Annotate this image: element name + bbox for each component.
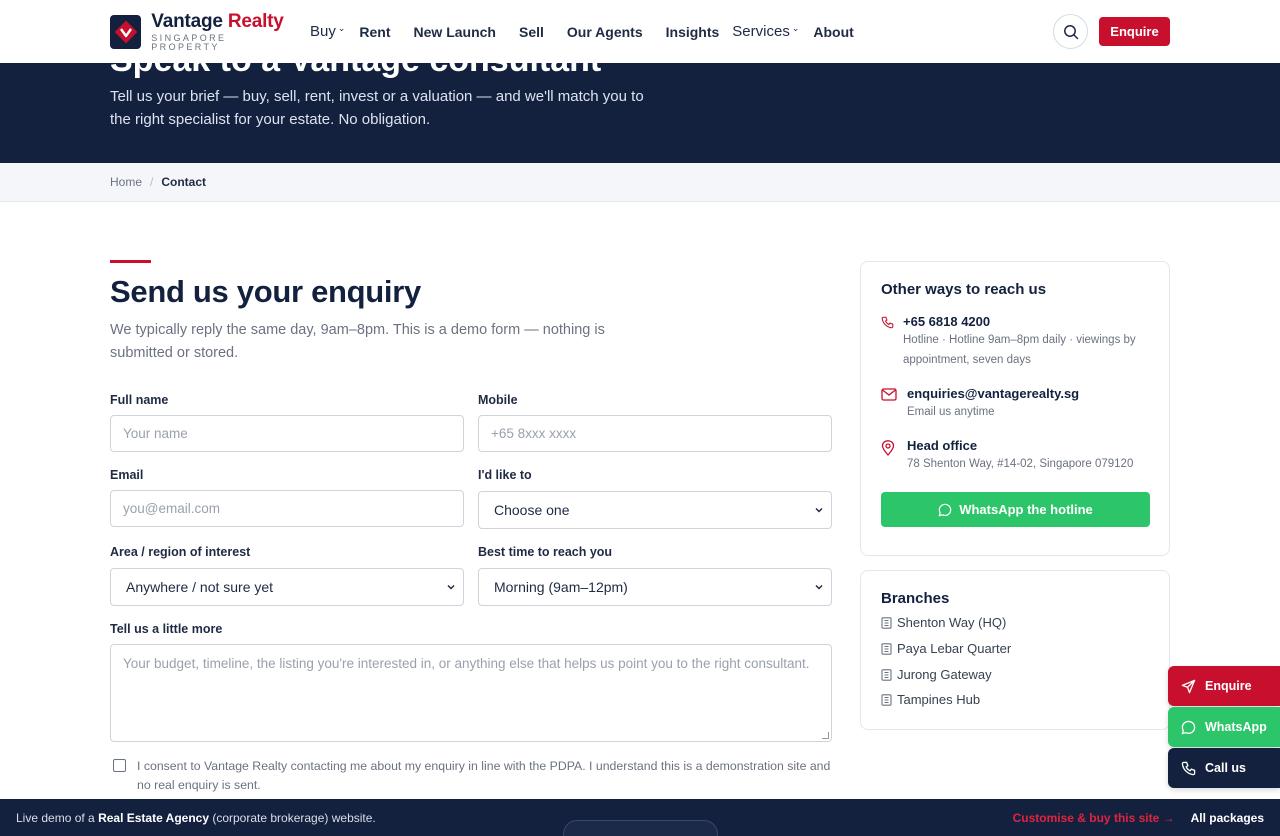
full-name-input[interactable]: Your name bbox=[110, 415, 464, 452]
best-time-select[interactable]: Morning (9am–12pm) bbox=[478, 568, 832, 606]
phone-icon bbox=[881, 316, 894, 329]
nav-our-agents[interactable]: Our Agents bbox=[567, 24, 643, 40]
chevron-down-icon bbox=[815, 584, 823, 590]
floating-enquire-button[interactable]: Enquire bbox=[1168, 666, 1280, 706]
brand-logo[interactable]: Vantage Realty SINGAPORE PROPERTY bbox=[110, 12, 288, 52]
demo-bar-text: Live demo of a Real Estate Agency (corpo… bbox=[16, 810, 376, 825]
brand-name-accent: Realty bbox=[227, 10, 284, 32]
area-label: Area / region of interest bbox=[110, 545, 251, 559]
main-nav: Buy ⌄ Rent New Launch Sell Our Agents Ins… bbox=[310, 23, 877, 40]
customise-link[interactable]: Customise & buy this site → bbox=[1013, 811, 1175, 825]
branches-card: Branches Shenton Way (HQ) Paya Lebar Qua… bbox=[860, 570, 1170, 730]
floating-enquire-label: Enquire bbox=[1205, 679, 1252, 693]
breadcrumb: Home / Contact bbox=[0, 163, 1280, 202]
mobile-input[interactable]: +65 8xxx xxxx bbox=[478, 415, 832, 452]
message-placeholder: Your budget, timeline, the listing you'r… bbox=[123, 656, 810, 671]
brand-tagline: SINGAPORE PROPERTY bbox=[151, 32, 227, 52]
consent-checkbox[interactable] bbox=[113, 759, 126, 772]
email-note: Email us anytime bbox=[907, 406, 995, 418]
hero-description: Tell us your brief — buy, sell, rent, in… bbox=[110, 88, 644, 128]
email-input[interactable]: you@email.com bbox=[110, 490, 464, 527]
send-icon bbox=[1181, 679, 1196, 693]
best-time-label: Best time to reach you bbox=[478, 545, 613, 559]
building-icon bbox=[881, 642, 892, 655]
branch-item[interactable]: Tampines Hub bbox=[881, 692, 980, 707]
all-packages-link[interactable]: All packages bbox=[1191, 811, 1264, 825]
message-label: Tell us a little more bbox=[110, 622, 223, 636]
search-button[interactable] bbox=[1053, 14, 1088, 49]
chevron-down-icon bbox=[447, 584, 455, 590]
area-select[interactable]: Anywhere / not sure yet bbox=[110, 568, 464, 606]
floating-call-button[interactable]: Call us bbox=[1168, 748, 1280, 788]
area-select-value: Anywhere / not sure yet bbox=[126, 579, 274, 595]
nav-services[interactable]: Services ⌄ bbox=[732, 23, 799, 40]
nav-rent[interactable]: Rent bbox=[359, 24, 390, 40]
best-time-select-value: Morning (9am–12pm) bbox=[494, 579, 628, 595]
floating-call-label: Call us bbox=[1205, 761, 1246, 775]
contact-card-title: Other ways to reach us bbox=[881, 281, 1047, 298]
intent-label: I'd like to bbox=[478, 468, 532, 482]
site-header: Vantage Realty SINGAPORE PROPERTY Buy ⌄ R… bbox=[0, 0, 1280, 63]
phone-row[interactable]: +65 6818 4200 Hotline · Hotline 9am–8pm … bbox=[881, 314, 1153, 370]
branches-title: Branches bbox=[881, 590, 950, 607]
branch-name: Paya Lebar Quarter bbox=[897, 641, 1012, 656]
email-label: Email bbox=[110, 468, 144, 482]
email-row[interactable]: enquiries@vantagerealty.sg Email us anyt… bbox=[881, 386, 1079, 422]
hero-title: Speak to a Vantage consultant bbox=[110, 63, 601, 80]
chevron-down-icon: ⌄ bbox=[337, 23, 346, 33]
office-row: Head office 78 Shenton Way, #14-02, Sing… bbox=[881, 438, 1133, 474]
branch-item[interactable]: Jurong Gateway bbox=[881, 667, 992, 682]
breadcrumb-separator: / bbox=[150, 175, 154, 189]
nav-sell[interactable]: Sell bbox=[519, 24, 544, 40]
whatsapp-icon bbox=[938, 503, 952, 516]
full-name-label: Full name bbox=[110, 393, 169, 407]
branch-name: Shenton Way (HQ) bbox=[897, 615, 1007, 630]
office-address: 78 Shenton Way, #14-02, Singapore 079120 bbox=[907, 458, 1134, 470]
branch-name: Jurong Gateway bbox=[897, 667, 992, 682]
mail-icon bbox=[881, 388, 897, 401]
chevron-down-icon bbox=[815, 507, 823, 513]
building-icon bbox=[881, 693, 892, 706]
branch-item[interactable]: Shenton Way (HQ) bbox=[881, 615, 1006, 630]
contact-card: Other ways to reach us +65 6818 4200 Hot… bbox=[860, 261, 1170, 556]
title-accent-line bbox=[110, 260, 151, 263]
search-icon bbox=[1063, 24, 1078, 39]
map-pin-icon bbox=[881, 440, 895, 456]
chevron-down-icon: ⌄ bbox=[791, 23, 800, 33]
breadcrumb-home[interactable]: Home bbox=[110, 175, 142, 189]
consent-text: I consent to Vantage Realty contacting m… bbox=[137, 759, 831, 792]
building-icon bbox=[881, 668, 892, 681]
form-title: Send us your enquiry bbox=[110, 274, 421, 309]
logo-icon bbox=[110, 14, 142, 49]
mobile-label: Mobile bbox=[478, 393, 518, 407]
branch-name: Tampines Hub bbox=[897, 692, 981, 707]
resize-handle[interactable] bbox=[822, 732, 829, 739]
nav-about[interactable]: About bbox=[813, 24, 853, 40]
nav-new-launch[interactable]: New Launch bbox=[414, 24, 496, 40]
form-intro: We typically reply the same day, 9am–8pm… bbox=[110, 322, 605, 361]
nav-buy[interactable]: Buy ⌄ bbox=[310, 23, 345, 40]
floating-whatsapp-button[interactable]: WhatsApp bbox=[1168, 707, 1280, 747]
message-textarea[interactable]: Your budget, timeline, the listing you'r… bbox=[110, 644, 832, 742]
enquire-button[interactable]: Enquire bbox=[1099, 17, 1170, 46]
branch-item[interactable]: Paya Lebar Quarter bbox=[881, 641, 1011, 656]
breadcrumb-current: Contact bbox=[161, 175, 207, 189]
whatsapp-hotline-label: WhatsApp the hotline bbox=[959, 502, 1093, 517]
phone-number: +65 6818 4200 bbox=[903, 314, 991, 329]
brand-name: Vantage bbox=[151, 10, 223, 32]
building-icon bbox=[881, 616, 892, 629]
toolbar-pill[interactable] bbox=[563, 820, 718, 836]
phone-details: Hotline · Hotline 9am–8pm daily · viewin… bbox=[903, 334, 1136, 366]
intent-select-value: Choose one bbox=[494, 502, 570, 518]
whatsapp-icon bbox=[1181, 720, 1196, 734]
nav-insights[interactable]: Insights bbox=[666, 24, 720, 40]
email-address: enquiries@vantagerealty.sg bbox=[907, 386, 1080, 401]
intent-select[interactable]: Choose one bbox=[478, 491, 832, 529]
hero-banner: Speak to a Vantage consultant Tell us yo… bbox=[0, 63, 1280, 163]
floating-whatsapp-label: WhatsApp bbox=[1205, 720, 1267, 734]
office-title: Head office bbox=[907, 438, 978, 453]
whatsapp-hotline-button[interactable]: WhatsApp the hotline bbox=[881, 492, 1150, 527]
phone-icon bbox=[1181, 761, 1196, 775]
